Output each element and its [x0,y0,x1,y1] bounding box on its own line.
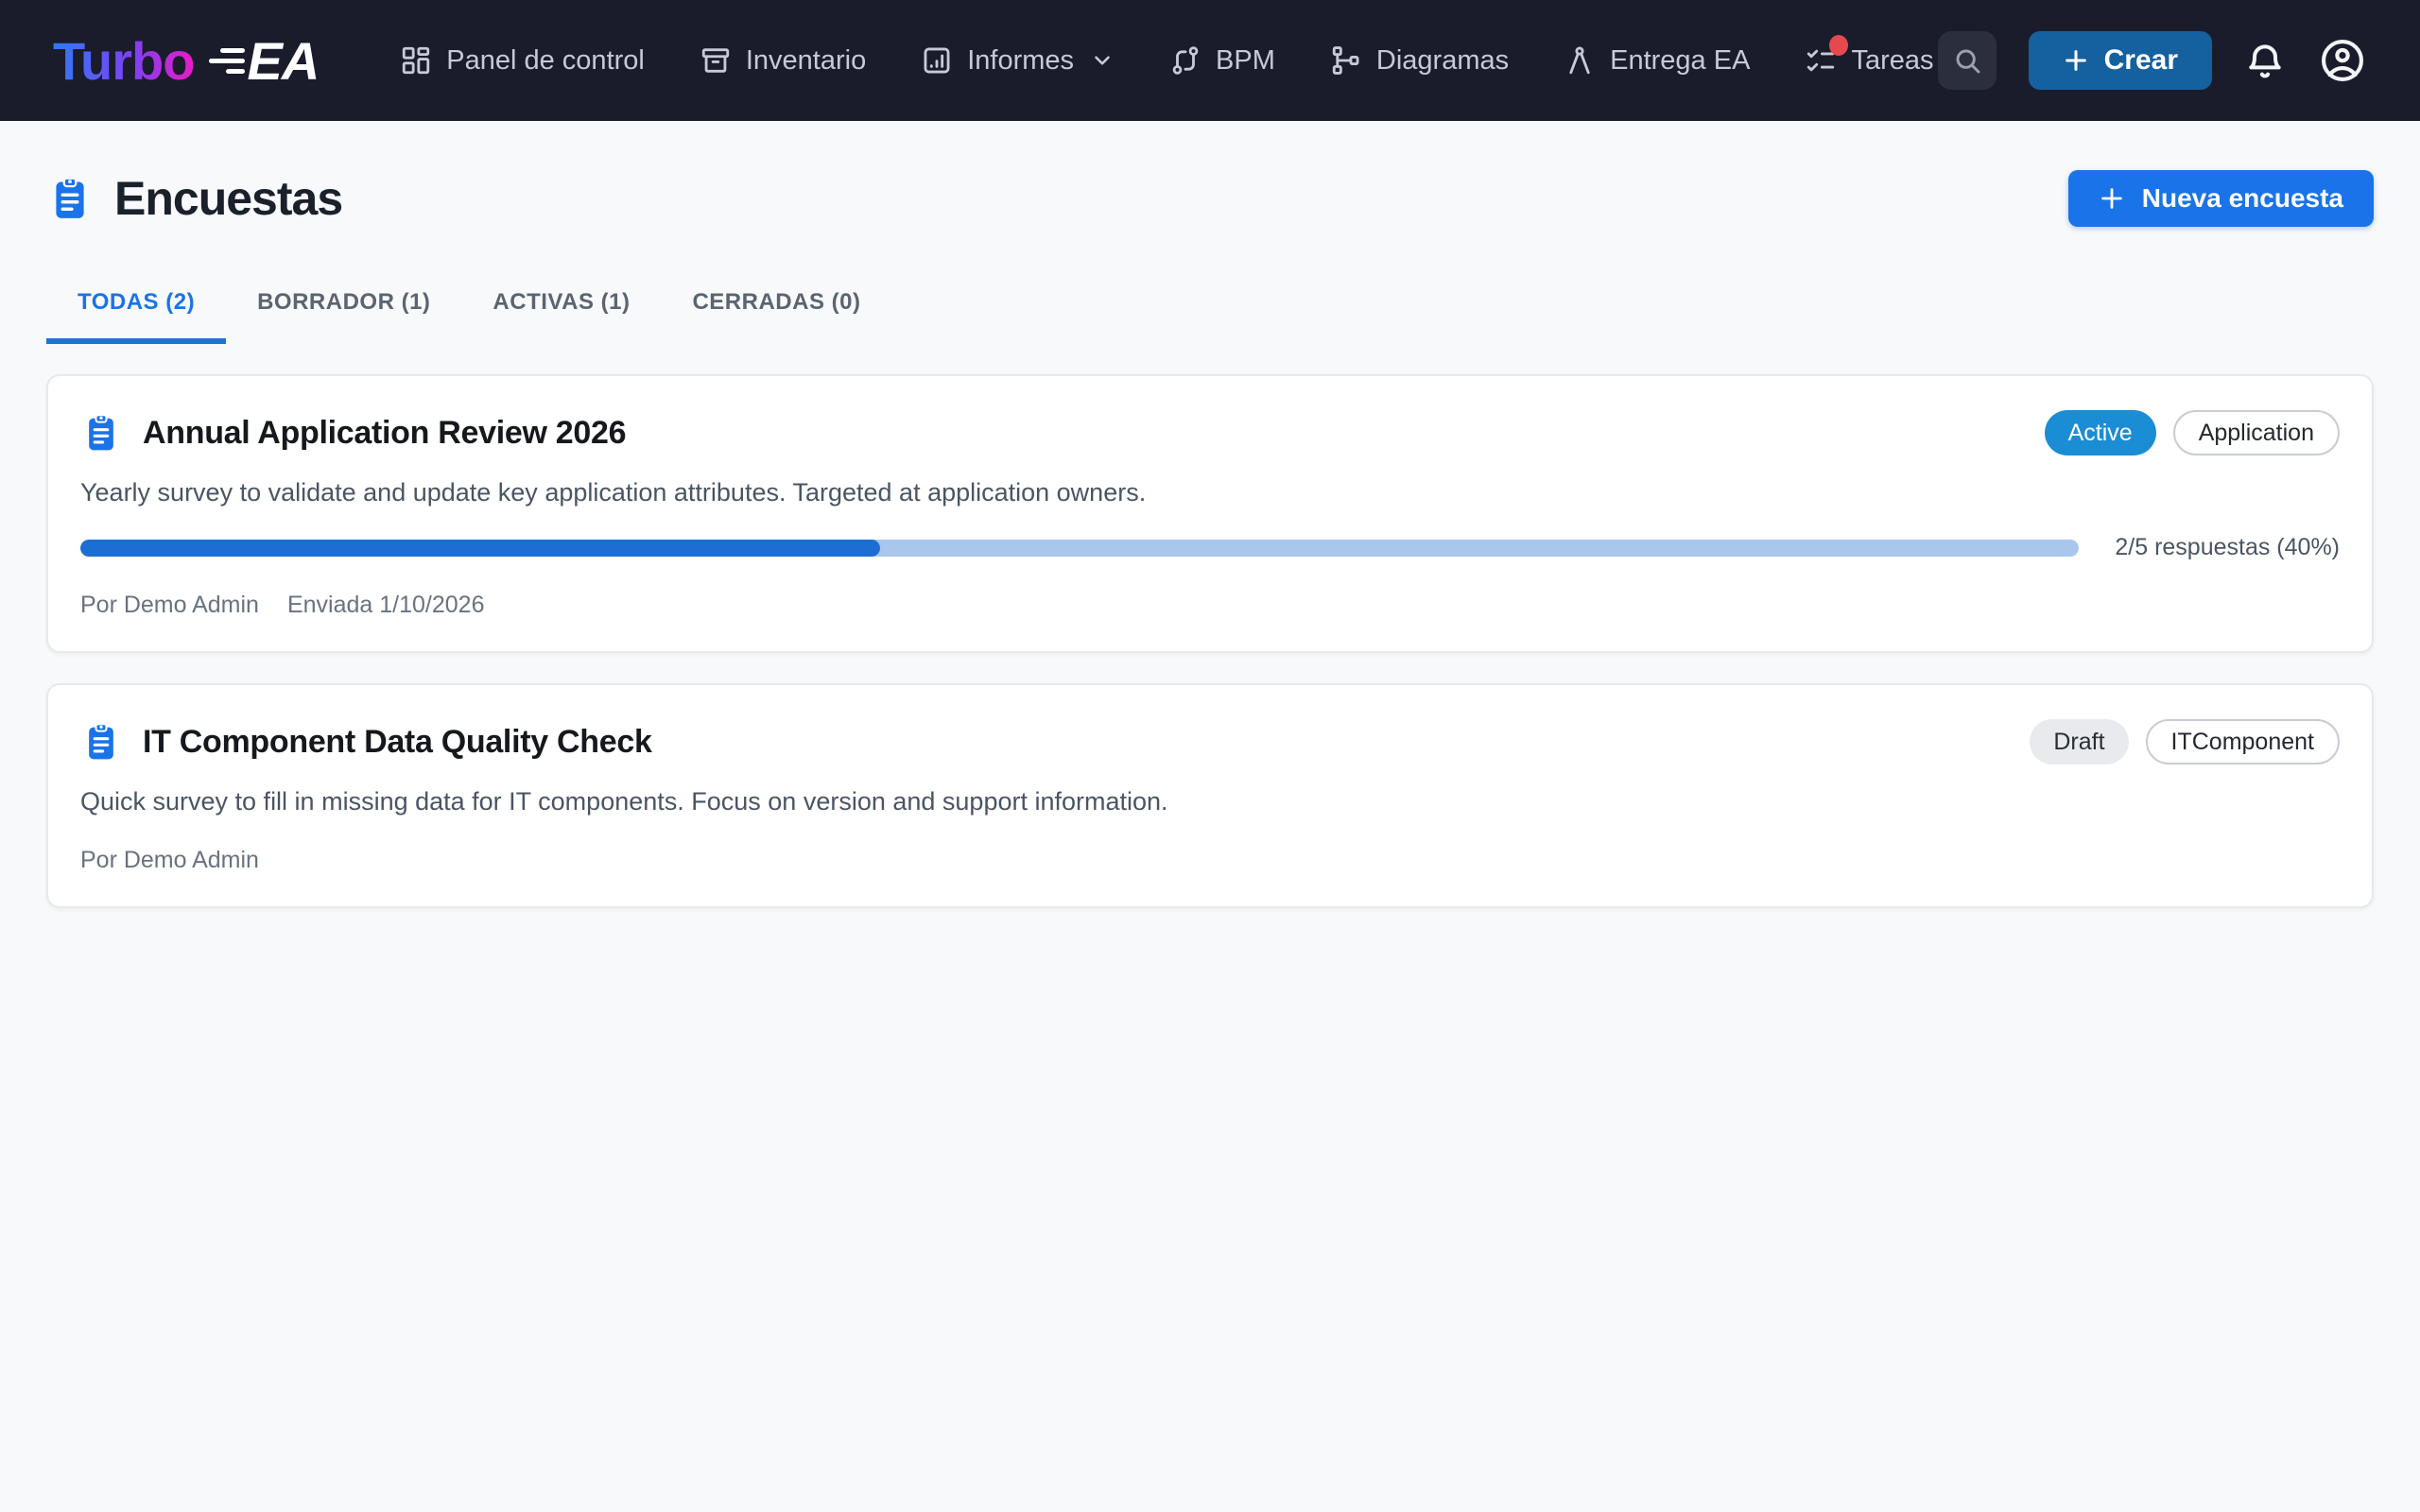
survey-description: Quick survey to fill in missing data for… [80,787,1168,816]
nav-label: Inventario [745,44,867,76]
main-navigation: Panel de control Inventario Informes BPM… [400,35,1934,77]
nav-label: Informes [967,44,1075,76]
plus-icon [2065,50,2086,71]
survey-description: Yearly survey to validate and update key… [80,478,1147,507]
main-content: Encuestas Nueva encuesta TODAS (2) BORRA… [0,170,2420,908]
clipboard-icon [56,177,84,218]
survey-tabs: TODAS (2) BORRADOR (1) ACTIVAS (1) CERRA… [46,289,2374,344]
nav-item-tareas[interactable]: Tareas [1805,35,1934,77]
nav-item-diagramas[interactable]: Diagramas [1330,44,1509,77]
status-badge: Draft [2030,719,2129,765]
nav-label: Tareas [1851,44,1934,76]
chevron-down-icon [1095,56,1110,65]
top-navbar: Turbo EA Panel de control Inventario Inf… [0,0,2420,121]
brand-logo-suffix: EA [247,30,320,91]
new-survey-button[interactable]: Nueva encuesta [2067,170,2374,227]
progress-bar-fill [80,539,880,557]
notification-dot [1829,35,1849,56]
clipboard-icon [89,723,113,760]
brand-logo[interactable]: Turbo EA [53,30,320,92]
progress-label: 2/5 respuestas (40%) [2115,534,2340,560]
survey-meta: Por Demo Admin Enviada 1/10/2026 [80,592,2340,619]
survey-card[interactable]: Annual Application Review 2026 Active Ap… [46,374,2374,653]
bell-icon [2249,44,2281,78]
route-icon [1172,46,1199,75]
nav-label: Diagramas [1375,44,1510,76]
nav-item-entrega-ea[interactable]: Entrega EA [1564,44,1750,77]
tab-todas[interactable]: TODAS (2) [46,289,227,344]
progress-bar [80,539,2080,557]
tab-cerradas[interactable]: CERRADAS (0) [661,289,891,344]
page-title-text: Encuestas [114,172,343,225]
nav-item-panel-de-control[interactable]: Panel de control [400,44,645,77]
create-button-label: Crear [2103,44,2178,76]
archive-icon [701,48,730,73]
brand-logo-text: Turbo [53,30,195,91]
type-badge: Application [2172,410,2340,455]
survey-author: Por Demo Admin [80,847,259,873]
nav-item-bpm[interactable]: BPM [1169,44,1275,77]
survey-progress: 2/5 respuestas (40%) [80,534,2340,561]
nav-label: Panel de control [446,44,645,76]
survey-title: Annual Application Review 2026 [143,414,627,451]
page-title: Encuestas [46,171,343,226]
survey-title: IT Component Data Quality Check [143,723,652,760]
chart-icon [924,47,950,74]
tab-activas[interactable]: ACTIVAS (1) [461,289,661,344]
user-circle-icon [2322,40,2363,81]
create-button[interactable]: Crear [2028,31,2212,90]
dashboard-icon [403,46,430,75]
user-menu-button[interactable] [2318,36,2367,85]
survey-card-header: IT Component Data Quality Check Draft IT… [80,719,2340,765]
compass-icon [1569,46,1590,75]
survey-author: Por Demo Admin [80,592,259,618]
tab-borrador[interactable]: BORRADOR (1) [226,289,461,344]
nav-label: Entrega EA [1610,44,1751,76]
notifications-button[interactable] [2244,40,2286,81]
new-survey-button-label: Nueva encuesta [2141,183,2343,213]
search-button[interactable] [1937,31,1996,90]
survey-sent-date: Enviada 1/10/2026 [286,592,485,618]
status-badge: Active [2044,410,2156,455]
page-header: Encuestas Nueva encuesta [46,170,2374,227]
diagram-tree-icon [1332,46,1359,75]
speed-lines-icon [209,47,246,74]
nav-label: BPM [1216,44,1275,76]
clipboard-icon [89,414,113,451]
survey-meta: Por Demo Admin [80,847,2340,874]
nav-item-inventario[interactable]: Inventario [700,44,866,77]
survey-card[interactable]: IT Component Data Quality Check Draft IT… [46,683,2374,908]
survey-card-header: Annual Application Review 2026 Active Ap… [80,410,2340,455]
navbar-actions: Crear [1937,31,2367,90]
type-badge: ITComponent [2145,719,2340,765]
plus-icon [2101,188,2122,209]
search-icon [1956,49,1980,74]
nav-item-informes[interactable]: Informes [921,44,1115,77]
